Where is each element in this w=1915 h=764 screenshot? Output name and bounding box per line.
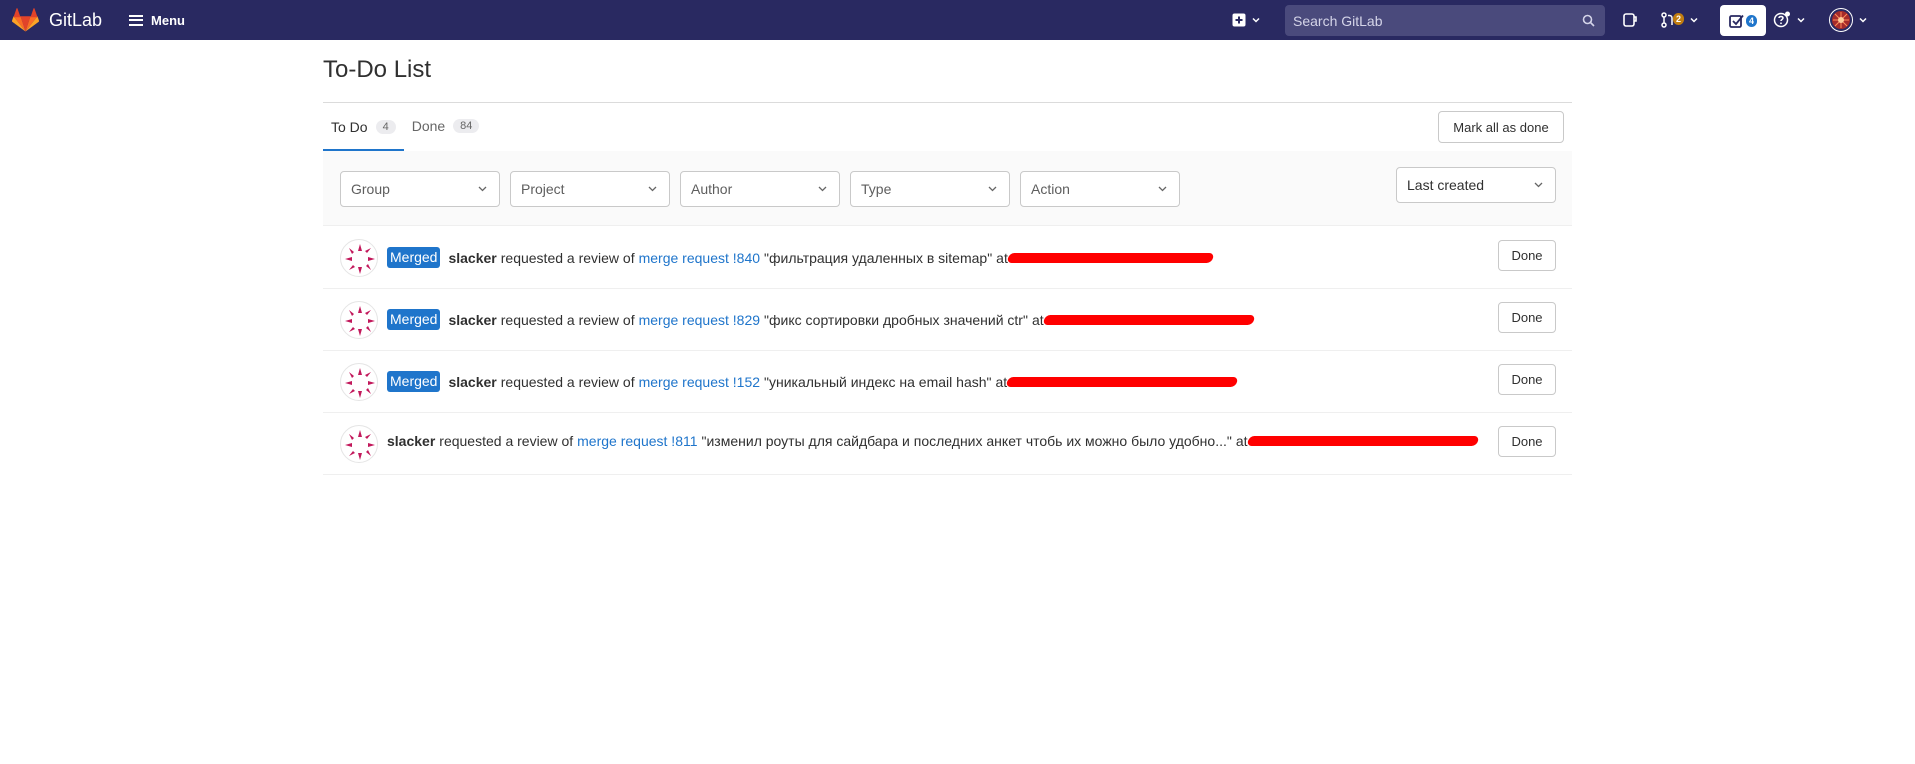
merge-request-link[interactable]: merge request !152 — [639, 374, 760, 390]
redaction-mark — [1006, 252, 1215, 263]
hamburger-icon — [129, 14, 144, 26]
search-icon — [1582, 14, 1595, 27]
merge-request-link[interactable]: merge request !811 — [577, 433, 697, 449]
redaction-mark — [1005, 376, 1239, 387]
done-button[interactable]: Done — [1498, 302, 1556, 333]
type-filter-dropdown[interactable]: Type — [850, 171, 1010, 207]
merge-requests-dropdown[interactable]: 2 — [1661, 0, 1698, 40]
todo-item: Merged slacker requested a review of mer… — [323, 227, 1572, 289]
author-avatar[interactable] — [340, 239, 378, 277]
brand-name: GitLab — [49, 9, 103, 30]
help-dropdown[interactable] — [1773, 0, 1805, 40]
todo-body: Merged slacker requested a review of mer… — [387, 247, 1215, 268]
tab-done[interactable]: Done 84 — [404, 103, 488, 149]
tab-label: To Do — [331, 119, 368, 135]
todo-item: Merged slacker requested a review of mer… — [323, 351, 1572, 413]
todos-button[interactable]: 4 — [1720, 5, 1766, 36]
page-title: To-Do List — [323, 56, 432, 83]
at-text: at — [1235, 433, 1248, 449]
merge-request-link[interactable]: merge request !829 — [639, 312, 760, 328]
todo-item: slacker requested a review of merge requ… — [323, 413, 1572, 475]
user-menu-dropdown[interactable] — [1829, 0, 1867, 40]
dropdown-label: Action — [1031, 181, 1070, 197]
redaction-mark — [1246, 436, 1479, 446]
merge-request-title: "фильтрация удаленных в sitemap" — [764, 249, 993, 266]
merge-requests-count-badge: 2 — [1673, 13, 1685, 25]
menu-button[interactable]: Menu — [129, 13, 185, 28]
merge-request-title: "фикс сортировки дробных значений ctr" — [764, 311, 1028, 328]
done-button[interactable]: Done — [1498, 240, 1556, 271]
top-navbar: GitLab Menu 2 4 — [0, 0, 1915, 40]
merged-status-badge: Merged — [387, 309, 441, 330]
todo-item: Merged slacker requested a review of mer… — [323, 289, 1572, 351]
tab-todo[interactable]: To Do 4 — [323, 103, 404, 151]
menu-label: Menu — [151, 12, 185, 28]
redaction-mark — [1042, 314, 1255, 325]
dropdown-label: Type — [861, 181, 892, 197]
dropdown-label: Last created — [1407, 177, 1485, 193]
action-text: requested a review of — [500, 249, 635, 266]
chevron-down-icon — [1252, 17, 1260, 23]
plus-square-icon — [1232, 13, 1246, 27]
action-filter-dropdown[interactable]: Action — [1020, 171, 1180, 207]
merged-status-badge: Merged — [387, 371, 441, 392]
chevron-down-icon — [1158, 186, 1167, 192]
new-item-dropdown[interactable] — [1232, 0, 1260, 40]
todo-body: Merged slacker requested a review of mer… — [387, 371, 1239, 392]
user-avatar — [1829, 8, 1853, 32]
gitlab-logo-icon — [12, 8, 39, 32]
todo-body: Merged slacker requested a review of mer… — [387, 309, 1255, 330]
help-icon — [1773, 11, 1790, 28]
author-avatar[interactable] — [340, 425, 378, 463]
issues-icon — [1623, 13, 1637, 27]
merge-request-title: "изменил роуты для сайдбара и последних … — [701, 433, 1232, 449]
todo-tabs: To Do 4 Done 84 — [323, 103, 487, 151]
action-text: requested a review of — [439, 433, 574, 449]
done-button[interactable]: Done — [1498, 426, 1556, 457]
todo-check-icon — [1729, 14, 1744, 28]
author-name[interactable]: slacker — [448, 250, 496, 266]
filter-bar: Group Project Author Type Action Last cr… — [323, 151, 1572, 226]
merged-status-badge: Merged — [387, 247, 441, 268]
author-name[interactable]: slacker — [387, 433, 435, 449]
chevron-down-icon — [478, 186, 487, 192]
chevron-down-icon — [1690, 17, 1698, 23]
chevron-down-icon — [1797, 17, 1805, 23]
project-filter-dropdown[interactable]: Project — [510, 171, 670, 207]
at-text: at — [995, 373, 1008, 390]
chevron-down-icon — [818, 186, 827, 192]
chevron-down-icon — [1534, 182, 1543, 188]
search-input[interactable] — [1293, 12, 1573, 29]
action-text: requested a review of — [500, 373, 635, 390]
chevron-down-icon — [988, 186, 997, 192]
divider — [323, 102, 1572, 103]
tab-count-badge: 84 — [453, 119, 480, 133]
tab-count-badge: 4 — [375, 120, 396, 134]
mark-all-done-button[interactable]: Mark all as done — [1438, 111, 1564, 143]
dropdown-label: Group — [351, 181, 390, 197]
todo-body: slacker requested a review of merge requ… — [387, 433, 1479, 449]
chevron-down-icon — [1859, 17, 1867, 23]
tab-label: Done — [411, 118, 446, 134]
author-name[interactable]: slacker — [448, 312, 496, 328]
dropdown-label: Project — [521, 181, 565, 197]
merge-request-title: "уникальный индекс на email hash" — [764, 373, 992, 390]
done-button[interactable]: Done — [1498, 364, 1556, 395]
author-avatar[interactable] — [340, 301, 378, 339]
group-filter-dropdown[interactable]: Group — [340, 171, 500, 207]
gitlab-home-link[interactable]: GitLab — [12, 0, 102, 40]
action-text: requested a review of — [500, 311, 635, 328]
sort-dropdown[interactable]: Last created — [1396, 167, 1556, 203]
author-filter-dropdown[interactable]: Author — [680, 171, 840, 207]
at-text: at — [1031, 311, 1044, 328]
todos-count-badge: 4 — [1745, 14, 1757, 27]
chevron-down-icon — [648, 186, 657, 192]
author-name[interactable]: slacker — [448, 374, 496, 390]
issues-button[interactable] — [1622, 0, 1638, 40]
dropdown-label: Author — [691, 181, 733, 197]
author-avatar[interactable] — [340, 363, 378, 401]
merge-request-link[interactable]: merge request !840 — [639, 250, 760, 266]
at-text: at — [996, 249, 1008, 266]
search-box[interactable] — [1285, 5, 1605, 36]
